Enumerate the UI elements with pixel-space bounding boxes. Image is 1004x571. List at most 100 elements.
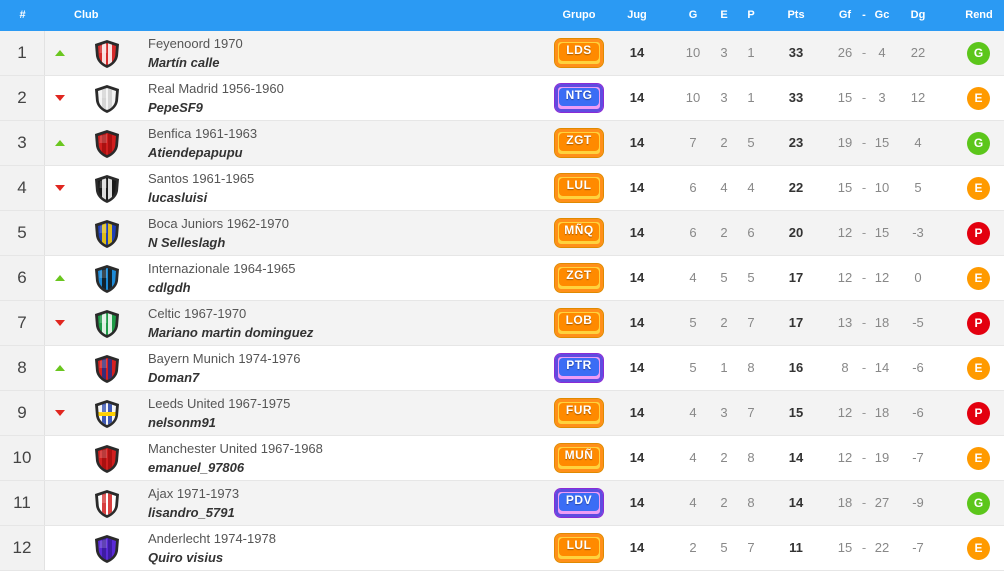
performance-badge[interactable]: E <box>967 177 990 200</box>
goals-against-cell: 3 <box>878 90 886 105</box>
group-badge[interactable]: LUL <box>554 173 604 203</box>
goal-diff-cell: -7 <box>912 540 924 555</box>
points-cell: 22 <box>788 180 804 195</box>
club-crest-icon <box>95 85 119 113</box>
drawn-cell: 2 <box>720 450 728 465</box>
table-row[interactable]: 5 Boca Juniors 1962-1970 N Selleslagh MÑQ 14… <box>0 211 1004 256</box>
performance-badge[interactable]: E <box>967 267 990 290</box>
table-row[interactable]: 2 Real Madrid 1956-1960 PepeSF9 NTG 14 10 3 1 33… <box>0 76 1004 121</box>
manager-name[interactable]: PepeSF9 <box>148 100 203 115</box>
manager-name[interactable]: cdlgdh <box>148 280 191 295</box>
club-name[interactable]: Leeds United 1967-1975 <box>148 396 290 411</box>
performance-badge[interactable]: G <box>967 132 990 155</box>
header-drawn[interactable]: E <box>713 0 735 31</box>
club-name[interactable]: Anderlecht 1974-1978 <box>148 531 276 546</box>
goals-separator: - <box>861 180 867 195</box>
manager-name[interactable]: Mariano martin dominguez <box>148 325 313 340</box>
goals-for-cell: 15 <box>837 540 853 555</box>
won-cell: 4 <box>689 270 697 285</box>
table-row[interactable]: 7 Celtic 1967-1970 Mariano martin domingue… <box>0 301 1004 346</box>
header-performance[interactable]: Rend <box>960 0 998 31</box>
club-name[interactable]: Ajax 1971-1973 <box>148 486 239 501</box>
header-goals-for[interactable]: Gf <box>834 0 856 31</box>
club-name[interactable]: Santos 1961-1965 <box>148 171 254 186</box>
drawn-cell: 5 <box>720 270 728 285</box>
manager-name[interactable]: emanuel_97806 <box>148 460 244 475</box>
lost-cell: 7 <box>747 540 755 555</box>
lost-cell: 8 <box>747 495 755 510</box>
header-lost[interactable]: P <box>740 0 762 31</box>
club-name[interactable]: Manchester United 1967-1968 <box>148 441 323 456</box>
goals-against-cell: 18 <box>874 315 890 330</box>
performance-badge[interactable]: P <box>967 222 990 245</box>
performance-badge[interactable]: P <box>967 402 990 425</box>
manager-name[interactable]: Quiro visius <box>148 550 223 565</box>
won-cell: 10 <box>685 45 701 60</box>
club-crest-icon <box>95 220 119 248</box>
club-name[interactable]: Real Madrid 1956-1960 <box>148 81 284 96</box>
group-badge[interactable]: PDV <box>554 488 604 518</box>
performance-badge[interactable]: E <box>967 447 990 470</box>
manager-name[interactable]: N Selleslagh <box>148 235 225 250</box>
goal-diff-cell: -7 <box>912 450 924 465</box>
header-goal-diff[interactable]: Dg <box>905 0 931 31</box>
table-row[interactable]: 9 Leeds United 1967-1975 nelsonm91 FUR 14 4 3 7… <box>0 391 1004 436</box>
goals-separator: - <box>861 450 867 465</box>
played-cell: 14 <box>629 225 645 240</box>
played-cell: 14 <box>629 450 645 465</box>
club-name[interactable]: Celtic 1967-1970 <box>148 306 246 321</box>
performance-badge[interactable]: G <box>967 42 990 65</box>
header-played[interactable]: Jug <box>622 0 652 31</box>
table-row[interactable]: 12 Anderlecht 1974-1978 Quiro visius LUL 14 2… <box>0 526 1004 571</box>
performance-badge[interactable]: E <box>967 537 990 560</box>
performance-badge[interactable]: E <box>967 357 990 380</box>
header-won[interactable]: G <box>682 0 704 31</box>
performance-badge[interactable]: G <box>967 492 990 515</box>
table-row[interactable]: 4 Santos 1961-1965 lucasluisi LUL 14 6 4 4 22 15-… <box>0 166 1004 211</box>
table-row[interactable]: 10 Manchester United 1967-1968 emanuel_978… <box>0 436 1004 481</box>
club-name[interactable]: Boca Juniors 1962-1970 <box>148 216 289 231</box>
club-name[interactable]: Benfica 1961-1963 <box>148 126 257 141</box>
manager-name[interactable]: nelsonm91 <box>148 415 216 430</box>
table-row[interactable]: 6 Internazionale 1964-1965 cdlgdh ZGT 14 4 5 5 1… <box>0 256 1004 301</box>
group-badge[interactable]: ZGT <box>554 128 604 158</box>
manager-name[interactable]: lisandro_5791 <box>148 505 235 520</box>
manager-name[interactable]: Doman7 <box>148 370 199 385</box>
goals-against-cell: 4 <box>878 45 886 60</box>
club-name[interactable]: Internazionale 1964-1965 <box>148 261 295 276</box>
manager-name[interactable]: lucasluisi <box>148 190 207 205</box>
goals-for-cell: 15 <box>837 180 853 195</box>
header-points[interactable]: Pts <box>782 0 810 31</box>
rank-cell: 2 <box>0 76 45 120</box>
points-cell: 20 <box>788 225 804 240</box>
header-club[interactable]: Club <box>74 0 98 31</box>
group-badge[interactable]: LOB <box>554 308 604 338</box>
table-row[interactable]: 8 Bayern Munich 1974-1976 Doman7 PTR 14 5 1 8 16… <box>0 346 1004 391</box>
lost-cell: 7 <box>747 315 755 330</box>
group-badge[interactable]: MUÑ <box>554 443 604 473</box>
goals-for-cell: 12 <box>837 450 853 465</box>
group-badge[interactable]: PTR <box>554 353 604 383</box>
table-row[interactable]: 11 Ajax 1971-1973 lisandro_5791 PDV 14 4 2 8 14 1… <box>0 481 1004 526</box>
group-badge[interactable]: NTG <box>554 83 604 113</box>
table-row[interactable]: 1 Feyenoord 1970 Martín calle LDS 14 10 3 1 33 26… <box>0 31 1004 76</box>
club-name[interactable]: Bayern Munich 1974-1976 <box>148 351 301 366</box>
header-goals-against[interactable]: Gc <box>871 0 893 31</box>
header-group[interactable]: Grupo <box>556 0 602 31</box>
club-name[interactable]: Feyenoord 1970 <box>148 36 243 51</box>
goals-separator: - <box>861 90 867 105</box>
trend-down-icon <box>55 185 65 191</box>
manager-name[interactable]: Atiendepapupu <box>148 145 243 160</box>
group-badge[interactable]: MÑQ <box>554 218 604 248</box>
rank-cell: 9 <box>0 391 45 435</box>
performance-badge[interactable]: P <box>967 312 990 335</box>
group-badge[interactable]: LDS <box>554 38 604 68</box>
manager-name[interactable]: Martín calle <box>148 55 220 70</box>
group-badge[interactable]: FUR <box>554 398 604 428</box>
header-rank: # <box>19 9 26 21</box>
performance-badge[interactable]: E <box>967 87 990 110</box>
group-badge[interactable]: ZGT <box>554 263 604 293</box>
table-row[interactable]: 3 Benfica 1961-1963 Atiendepapupu ZGT 14 7 2 5 2… <box>0 121 1004 166</box>
group-badge[interactable]: LUL <box>554 533 604 563</box>
goals-against-cell: 15 <box>874 135 890 150</box>
